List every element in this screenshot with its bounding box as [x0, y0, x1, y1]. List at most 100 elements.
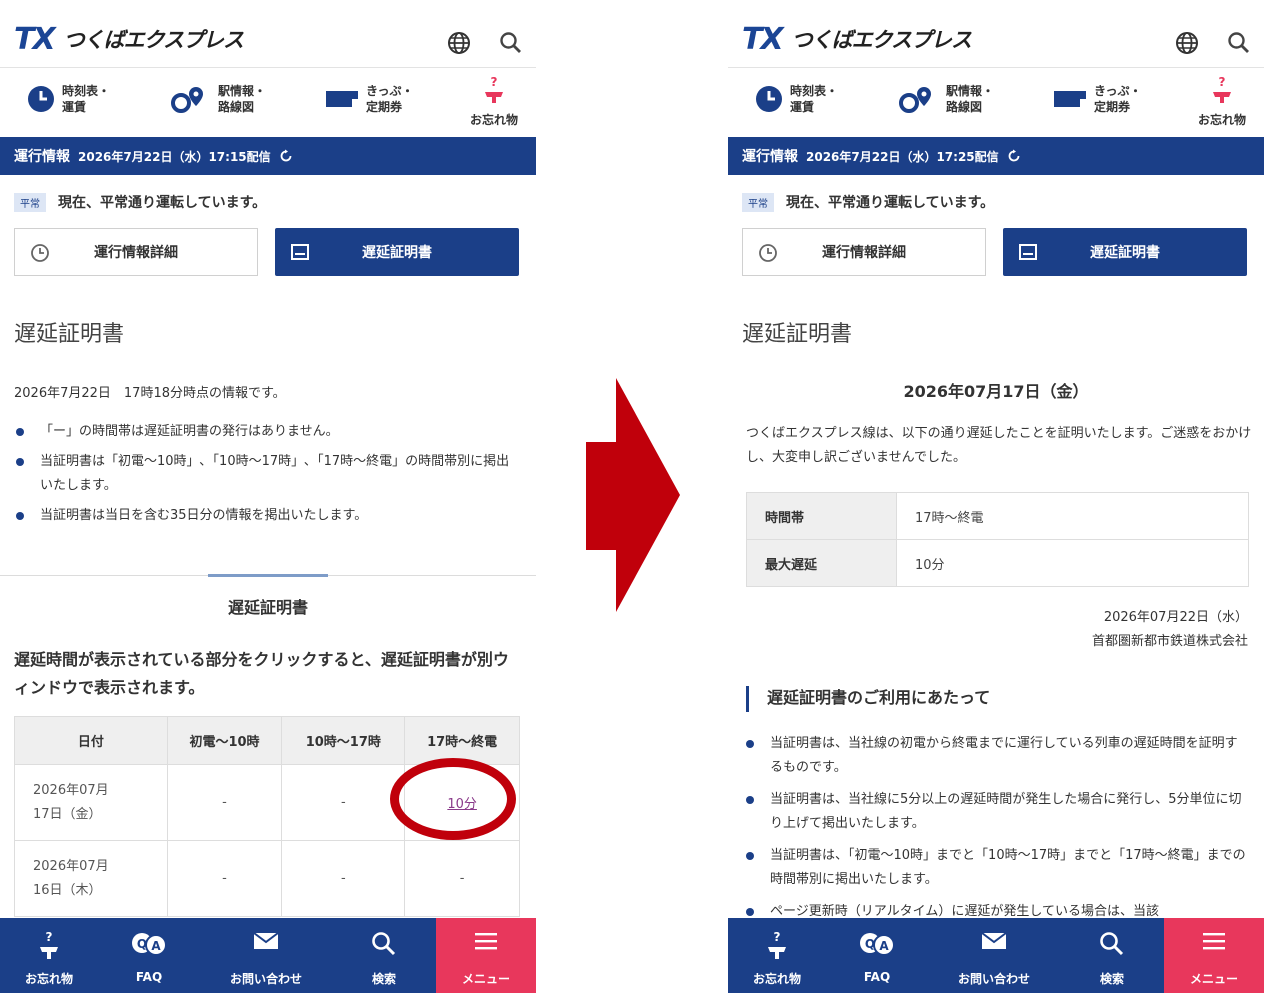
- lost-item-icon: ?: [1213, 75, 1231, 103]
- status-text: 現在、平常通り運転しています。: [58, 195, 267, 211]
- svg-text:?: ?: [1219, 75, 1226, 89]
- quick-nav: 時刻表・ 運賃 駅情報・ 路線図 きっぷ・ 定期券 ? お忘れ物: [0, 69, 536, 135]
- ticket-icon: [326, 91, 358, 107]
- bottom-nav-faq[interactable]: QA FAQ: [98, 918, 200, 993]
- faq-icon: QA: [860, 933, 895, 956]
- header-17-to-last: 17時～終電: [404, 716, 520, 765]
- cell-value: -: [166, 764, 283, 841]
- nav-tickets[interactable]: きっぷ・ 定期券: [1052, 83, 1142, 115]
- svg-text:?: ?: [491, 75, 498, 89]
- table-row: 最大遅延 10分: [746, 539, 1249, 587]
- value-time-slot: 17時～終電: [896, 492, 1249, 540]
- globe-icon[interactable]: [1174, 30, 1200, 56]
- bottom-nav-menu[interactable]: メニュー: [1164, 918, 1264, 993]
- svg-text:Q: Q: [137, 937, 147, 951]
- hamburger-icon: [1203, 933, 1225, 950]
- bottom-nav-search[interactable]: 検索: [332, 918, 436, 993]
- cell-value: -: [281, 840, 406, 917]
- list-item: 当証明書は「初電～10時」､「10時～17時」､「17時～終電」の時間帯別に掲出…: [14, 450, 514, 498]
- clock-icon: [28, 86, 54, 112]
- lost-item-icon: ?: [40, 930, 58, 959]
- svg-text:?: ?: [46, 930, 53, 944]
- row-date: 2026年07月 17日（金）: [14, 764, 168, 841]
- delay-certificate-button[interactable]: 遅延証明書: [275, 228, 519, 276]
- status-row: 平常 現在、平常通り運転しています。: [742, 192, 994, 212]
- tab-delay-certificate[interactable]: 遅延証明書: [0, 594, 536, 618]
- screen-before: TX つくばエクスプレス 時刻表・ 運賃 駅情報・ 路線図 きっぷ・ 定期券 ?…: [0, 0, 536, 993]
- status-badge: 平常: [742, 192, 774, 212]
- label-max-delay: 最大遅延: [746, 539, 897, 587]
- ticket-icon: [1054, 91, 1086, 107]
- search-icon[interactable]: [1226, 30, 1252, 56]
- transition-arrow: [586, 378, 680, 612]
- nav-station-info[interactable]: 駅情報・ 路線図: [170, 83, 266, 115]
- refresh-icon[interactable]: [279, 149, 293, 163]
- svg-text:A: A: [151, 939, 161, 953]
- svg-text:Q: Q: [865, 937, 875, 951]
- status-badge: 平常: [14, 192, 46, 212]
- nav-lost-items[interactable]: ? お忘れ物: [1190, 75, 1254, 128]
- highlight-circle: [390, 758, 516, 840]
- table-row: 時間帯 17時～終電: [746, 492, 1249, 540]
- issuer-block: 2026年07月22日（水） 首都圏新都市鉄道株式会社: [1092, 606, 1248, 654]
- quick-nav: 時刻表・ 運賃 駅情報・ 路線図 きっぷ・ 定期券 ? お忘れ物: [728, 69, 1264, 135]
- nav-station-info[interactable]: 駅情報・ 路線図: [898, 83, 994, 115]
- bottom-nav: ? お忘れ物 QA FAQ お問い合わせ 検索 メニュー: [728, 918, 1264, 993]
- page-title: 遅延証明書: [14, 322, 125, 347]
- bottom-nav-lost-items[interactable]: ? お忘れ物: [728, 918, 826, 993]
- faq-icon: QA: [132, 933, 167, 956]
- cell-value: -: [404, 840, 520, 917]
- list-item: 当証明書は、「初電～10時」までと「10時～17時」までと「17時～終電」までの…: [744, 844, 1248, 892]
- bottom-nav-faq[interactable]: QA FAQ: [826, 918, 928, 993]
- bottom-nav-contact[interactable]: お問い合わせ: [200, 918, 332, 993]
- header-date: 日付: [14, 716, 168, 765]
- row-date: 2026年07月 16日（木）: [14, 840, 168, 917]
- refresh-icon[interactable]: [1007, 149, 1021, 163]
- globe-icon[interactable]: [446, 30, 472, 56]
- status-row: 平常 現在、平常通り運転しています。: [14, 192, 266, 212]
- tx-logo[interactable]: TX つくばエクスプレス: [742, 22, 972, 57]
- document-icon: [1019, 244, 1037, 260]
- table-description: 遅延時間が表示されている部分をクリックすると、遅延証明書が別ウィンドウで表示され…: [14, 650, 509, 697]
- bottom-nav-lost-items[interactable]: ? お忘れ物: [0, 918, 98, 993]
- bottom-nav-contact[interactable]: お問い合わせ: [928, 918, 1060, 993]
- document-icon: [291, 244, 309, 260]
- search-icon: [1100, 932, 1124, 956]
- lost-item-icon: ?: [485, 75, 503, 103]
- nav-timetable[interactable]: 時刻表・ 運賃: [26, 83, 110, 115]
- issuer-name: 首都圏新都市鉄道株式会社: [1091, 634, 1248, 649]
- cell-value: -: [281, 764, 406, 841]
- bottom-nav-search[interactable]: 検索: [1060, 918, 1164, 993]
- hamburger-icon: [475, 933, 497, 950]
- mail-icon: [253, 932, 279, 949]
- header-10-to-17: 10時～17時: [281, 716, 406, 765]
- active-tab-indicator: [208, 574, 328, 577]
- bottom-nav-menu[interactable]: メニュー: [436, 918, 536, 993]
- page-title: 遅延証明書: [742, 322, 853, 347]
- operation-info-bar: 運行情報 2026年7月22日（水）17:15配信: [0, 137, 536, 175]
- nav-tickets[interactable]: きっぷ・ 定期券: [324, 83, 414, 115]
- screen-after: TX つくばエクスプレス 時刻表・ 運賃 駅情報・ 路線図 きっぷ・ 定期券 ?…: [728, 0, 1264, 993]
- operation-detail-button[interactable]: 運行情報詳細: [14, 228, 258, 276]
- certificate-table: 時間帯 17時～終電 最大遅延 10分: [746, 492, 1249, 587]
- label-time-slot: 時間帯: [746, 492, 897, 540]
- tx-logo[interactable]: TX つくばエクスプレス: [14, 22, 244, 57]
- search-icon[interactable]: [498, 30, 524, 56]
- lost-item-icon: ?: [768, 930, 786, 959]
- site-header: TX つくばエクスプレス: [0, 0, 536, 68]
- nav-timetable[interactable]: 時刻表・ 運賃: [754, 83, 838, 115]
- nav-lost-items[interactable]: ? お忘れ物: [462, 75, 526, 128]
- info-timestamp: 2026年7月22日 17時18分時点の情報です。: [14, 386, 286, 401]
- delay-certificate-button[interactable]: 遅延証明書: [1003, 228, 1247, 276]
- list-item: 当証明書は、当社線の初電から終電までに運行している列車の遅延時間を証明するもので…: [744, 732, 1248, 780]
- svg-text:?: ?: [774, 930, 781, 944]
- operation-detail-button[interactable]: 運行情報詳細: [742, 228, 986, 276]
- certificate-statement: つくばエクスプレス線は、以下の通り遅延したことを証明いたします。ご迷惑をおかけし…: [746, 426, 1252, 465]
- svg-text:A: A: [879, 939, 889, 953]
- map-pin-icon: [171, 87, 203, 113]
- mail-icon: [981, 932, 1007, 949]
- table-header-row: 日付 初電～10時 10時～17時 17時～終電: [14, 716, 520, 765]
- notes-list: 「ー」の時間帯は遅延証明書の発行はありません。 当証明書は「初電～10時」､「1…: [14, 420, 514, 534]
- value-max-delay: 10分: [896, 539, 1249, 587]
- site-header: TX つくばエクスプレス: [728, 0, 1264, 68]
